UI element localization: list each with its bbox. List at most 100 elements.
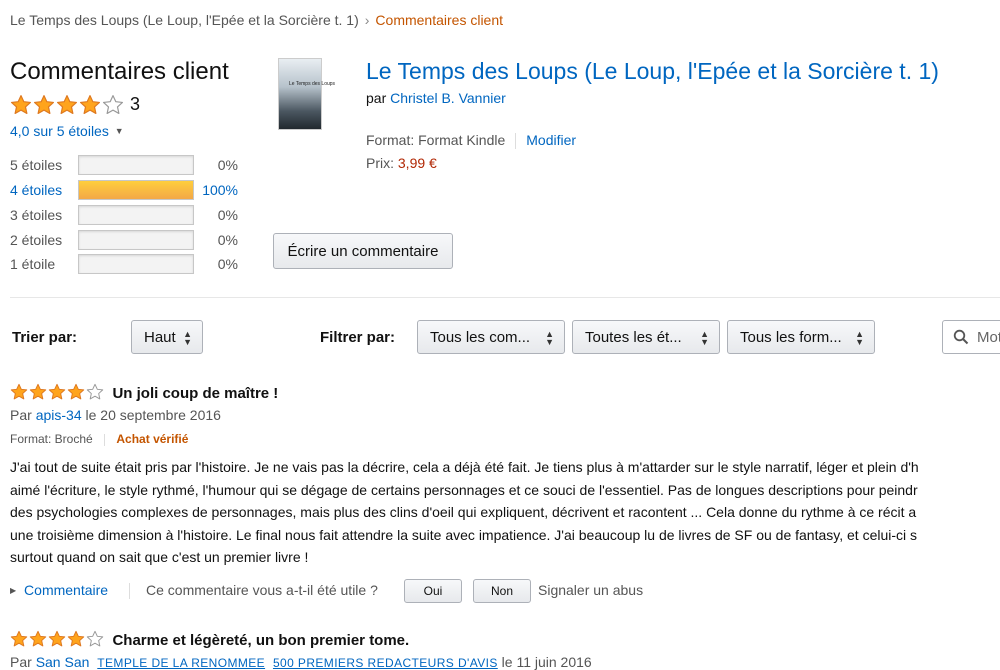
product-title-link[interactable]: Le Temps des Loups (Le Loup, l'Epée et l… (366, 58, 939, 85)
review-body: J'ai tout de suite était pris par l'hist… (10, 456, 1000, 569)
modify-format-link[interactable]: Modifier (526, 132, 576, 148)
review-byline: Par apis-34 le 20 septembre 2016 (10, 407, 221, 423)
review-body-line: J'ai tout de suite était pris par l'hist… (10, 459, 919, 475)
price-label: Prix: (366, 155, 394, 171)
histogram-percent: 0% (217, 157, 238, 173)
review-author-link[interactable]: apis-34 (36, 407, 82, 423)
sort-value: Haut (144, 329, 176, 346)
star-filled-icon (56, 95, 78, 115)
search-placeholder: Mot (977, 329, 1000, 346)
average-rating-link[interactable]: 4,0 sur 5 étoiles ▼ (10, 123, 124, 139)
verified-purchase-badge: Achat vérifié (116, 432, 189, 446)
review-body-line: surtout quand on sait que c'est un premi… (10, 549, 309, 565)
filter-formats-value: Tous les form... (740, 329, 842, 346)
write-review-button[interactable]: Écrire un commentaire (273, 233, 453, 269)
filter-formats-dropdown[interactable]: Tous les form... ▲ ▼ (727, 320, 875, 354)
reviewer-badge-top-500[interactable]: 500 PREMIERS REDACTEURS D'AVIS (273, 656, 498, 670)
divider (515, 133, 517, 150)
breadcrumb-separator: › (364, 12, 370, 28)
filter-stars-value: Toutes les ét... (585, 329, 682, 346)
format-line: Format: Format Kindle Modifier (366, 132, 576, 150)
star-filled-icon (10, 630, 28, 647)
breadcrumb-product-link[interactable]: Le Temps des Loups (Le Loup, l'Epée et l… (10, 12, 359, 28)
histogram-star-label: 5 étoiles (10, 157, 63, 173)
caret-right-icon: ▶ (10, 586, 17, 595)
rating-count: 3 (130, 94, 141, 114)
search-icon (953, 329, 969, 349)
histogram-bar (78, 230, 194, 250)
histogram-star-label: 2 étoiles (10, 232, 63, 248)
review-title[interactable]: Un joli coup de maître ! (112, 385, 278, 402)
histogram-row[interactable]: 2 étoiles 0% (10, 230, 242, 250)
review-byline: Par San San TEMPLE DE LA RENOMMEE 500 PR… (10, 654, 592, 670)
helpful-yes-button[interactable]: Oui (404, 579, 462, 603)
author-link[interactable]: Christel B. Vannier (390, 90, 506, 106)
review-comment-label: Commentaire (24, 582, 109, 598)
histogram-bar (78, 254, 194, 274)
star-filled-icon (48, 383, 66, 400)
review-format: Format: Broché (10, 432, 93, 446)
sort-dropdown[interactable]: Haut ▲ ▼ (131, 320, 203, 354)
filter-reviewers-dropdown[interactable]: Tous les com... ▲ ▼ (417, 320, 565, 354)
histogram-bar (78, 180, 194, 200)
review-body-line: des psychologies complexes de personnage… (10, 504, 917, 520)
helpful-no-button[interactable]: Non (473, 579, 531, 603)
review-stars (10, 630, 104, 648)
breadcrumb-current: Commentaires client (375, 12, 504, 28)
histogram-row[interactable]: 3 étoiles 0% (10, 205, 242, 225)
author-line: par Christel B. Vannier (366, 90, 506, 106)
filter-label: Filtrer par: (320, 329, 396, 346)
review-author-link[interactable]: San San (36, 654, 90, 670)
histogram-row[interactable]: 1 étoile 0% (10, 254, 242, 274)
review-body-line: une troisième dimension à l'histoire. Le… (10, 526, 918, 543)
divider (129, 583, 130, 599)
filter-reviewers-value: Tous les com... (430, 329, 531, 346)
report-abuse-link[interactable]: Signaler un abus (538, 582, 643, 598)
review-title[interactable]: Charme et légèreté, un bon premier tome. (112, 632, 409, 649)
breadcrumb: Le Temps des Loups (Le Loup, l'Epée et l… (10, 12, 503, 28)
star-empty-icon (86, 383, 104, 400)
review-date: le 20 septembre 2016 (85, 407, 221, 423)
histogram-percent: 100% (202, 182, 238, 198)
sort-label: Trier par: (12, 329, 78, 346)
average-rating-stars (10, 94, 124, 116)
star-filled-icon (67, 383, 85, 400)
histogram-row[interactable]: 4 étoiles 100% (10, 180, 242, 200)
reviews-section-title: Commentaires client (10, 58, 229, 85)
star-filled-icon (29, 383, 47, 400)
histogram-percent: 0% (217, 232, 238, 248)
histogram-bar-fill (79, 181, 193, 199)
star-filled-icon (48, 630, 66, 647)
reviewer-badge-hall-of-fame[interactable]: TEMPLE DE LA RENOMMEE (97, 656, 265, 670)
book-cover-image[interactable]: Le Temps des Loups (278, 58, 336, 130)
star-empty-icon (86, 630, 104, 647)
average-rating: 3 (10, 94, 140, 121)
review-format-line: Format: Broché Achat vérifié (10, 432, 188, 446)
review-comment-link[interactable]: ▶ Commentaire (10, 582, 108, 598)
price-value: 3,99 € (397, 155, 437, 171)
histogram-star-label: 4 étoiles (10, 182, 63, 198)
review-search-input[interactable]: Mot (942, 320, 1000, 354)
review-by-prefix: Par (10, 654, 32, 670)
review-header: Un joli coup de maître ! (10, 383, 278, 403)
filter-stars-dropdown[interactable]: Toutes les ét... ▲ ▼ (572, 320, 720, 354)
star-filled-icon (67, 630, 85, 647)
divider (10, 297, 1000, 298)
histogram-percent: 0% (217, 256, 238, 272)
book-cover-title: Le Temps des Loups (289, 81, 336, 87)
histogram-row[interactable]: 5 étoiles 0% (10, 155, 242, 175)
star-filled-icon (10, 95, 32, 115)
helpful-question: Ce commentaire vous a-t-il été utile ? (146, 582, 378, 598)
histogram-star-label: 1 étoile (10, 256, 56, 272)
star-filled-icon (33, 95, 55, 115)
average-rating-label: 4,0 sur 5 étoiles (10, 123, 109, 139)
star-filled-icon (79, 95, 101, 115)
histogram-bar (78, 155, 194, 175)
price-line: Prix: 3,99 € (366, 155, 437, 171)
review-date: le 11 juin 2016 (501, 654, 592, 670)
author-prefix: par (366, 90, 387, 106)
histogram-percent: 0% (217, 207, 238, 223)
updown-caret-icon: ▲ ▼ (183, 329, 192, 347)
caret-down-icon: ▼ (114, 126, 124, 136)
star-empty-icon (102, 95, 124, 115)
